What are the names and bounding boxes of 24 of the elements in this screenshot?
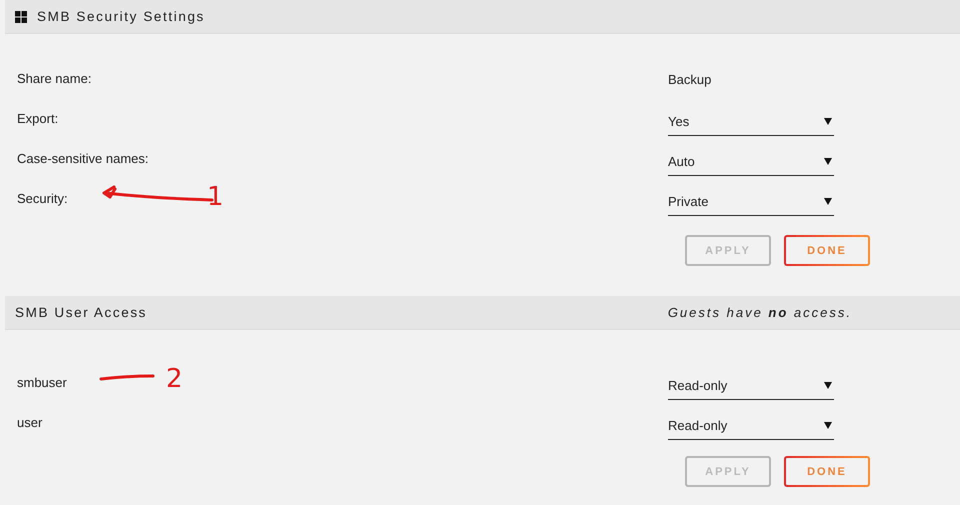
guest-access-note: Guests have no access. bbox=[668, 305, 852, 320]
windows-icon bbox=[15, 10, 27, 22]
dropdown[interactable]: Read-only bbox=[668, 412, 834, 440]
caret-icon bbox=[824, 198, 832, 205]
field-label: user bbox=[17, 415, 42, 430]
section-title: SMB Security Settings bbox=[37, 9, 205, 24]
caret-icon bbox=[824, 158, 832, 165]
caret-icon bbox=[824, 422, 832, 429]
caret-icon bbox=[824, 382, 832, 389]
field-label: Security: bbox=[17, 191, 68, 206]
share-name-value: Backup bbox=[668, 72, 712, 86]
field-label: Export: bbox=[17, 111, 58, 126]
dropdown[interactable]: Read-only bbox=[668, 372, 834, 400]
caret-icon bbox=[824, 118, 832, 125]
dropdown[interactable]: Yes bbox=[668, 108, 834, 136]
field-label: Share name: bbox=[17, 71, 92, 86]
field-label: smbuser bbox=[17, 375, 67, 390]
annotation-number: 2 bbox=[166, 366, 183, 392]
annotation-line bbox=[100, 374, 154, 380]
annotation-number: 1 bbox=[207, 184, 224, 210]
field-label: Case-sensitive names: bbox=[17, 151, 148, 166]
section-title: SMB User Access bbox=[15, 305, 148, 320]
dropdown[interactable]: Auto bbox=[668, 148, 834, 176]
dropdown[interactable]: Private bbox=[668, 188, 834, 216]
